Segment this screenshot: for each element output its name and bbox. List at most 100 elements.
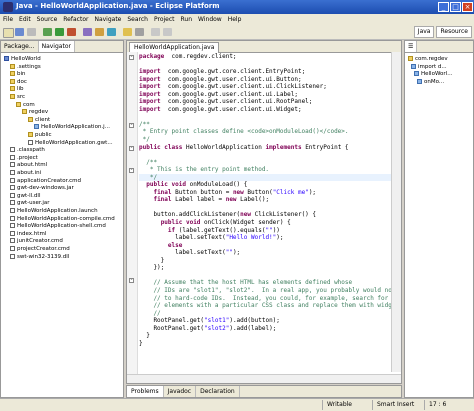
outline-item[interactable]: import d... bbox=[405, 63, 447, 71]
fold-toggle-icon[interactable]: - bbox=[129, 55, 134, 60]
debug-icon[interactable] bbox=[43, 28, 52, 36]
code-line: else bbox=[139, 242, 397, 250]
bottom-tab-problems[interactable]: Problems bbox=[127, 386, 164, 397]
outline-tab[interactable]: ☰ bbox=[405, 41, 418, 52]
tree-item[interactable]: .settings bbox=[1, 63, 41, 71]
fold-toggle-icon[interactable]: - bbox=[129, 278, 134, 283]
code-line: public void onModuleLoad() { bbox=[139, 181, 397, 189]
editor-tab-helloworld[interactable]: HelloWorldApplication.java bbox=[129, 42, 220, 53]
left-view-tabs: Package... Navigator bbox=[1, 41, 123, 53]
menu-item-refactor[interactable]: Refactor bbox=[60, 14, 91, 25]
tree-item[interactable]: HelloWorldApplication.launch bbox=[1, 208, 98, 215]
tree-item[interactable]: junitCreator.cmd bbox=[1, 238, 63, 245]
tree-item[interactable]: bin bbox=[1, 71, 26, 78]
tree-item[interactable]: gwt-user.jar bbox=[1, 200, 50, 207]
menu-item-project[interactable]: Project bbox=[151, 14, 178, 25]
tree-item[interactable]: gwt-dev-windows.jar bbox=[1, 185, 74, 192]
minimize-button[interactable]: _ bbox=[438, 2, 449, 12]
menu-item-window[interactable]: Window bbox=[195, 14, 225, 25]
tree-item-label: applicationCreator.cmd bbox=[17, 177, 81, 184]
save-icon[interactable] bbox=[15, 28, 24, 36]
bottom-tab-declaration[interactable]: Declaration bbox=[196, 386, 240, 397]
tree-item-label: bin bbox=[17, 71, 26, 78]
tree-item[interactable]: regdev bbox=[1, 109, 48, 116]
close-button[interactable]: × bbox=[462, 2, 473, 12]
print-icon[interactable] bbox=[27, 28, 36, 36]
code-token: else bbox=[167, 241, 183, 249]
outline-item[interactable]: HelloWorl... bbox=[405, 71, 452, 78]
menu-item-run[interactable]: Run bbox=[178, 14, 196, 25]
file-icon bbox=[10, 223, 15, 229]
new-java-project-icon[interactable] bbox=[83, 28, 92, 36]
tree-item[interactable]: .classpath bbox=[1, 147, 45, 154]
outline-item[interactable]: onMo... bbox=[405, 78, 444, 86]
new-class-icon[interactable] bbox=[107, 28, 116, 36]
tree-item-label: index.html bbox=[17, 230, 47, 237]
bottom-tab-javadoc[interactable]: Javadoc bbox=[164, 386, 197, 397]
external-tools-icon[interactable] bbox=[67, 28, 76, 36]
code-token: } bbox=[139, 332, 150, 340]
tree-item[interactable]: index.html bbox=[1, 230, 47, 238]
fold-toggle-icon[interactable]: - bbox=[129, 123, 134, 128]
tree-item[interactable]: public bbox=[1, 132, 52, 139]
forward-icon[interactable] bbox=[163, 28, 172, 36]
tree-item[interactable]: about.ini bbox=[1, 170, 41, 177]
code-token: EntryPoint { bbox=[301, 143, 349, 151]
view-tab-navigator[interactable]: Navigator bbox=[38, 41, 75, 52]
tree-item[interactable]: applicationCreator.cmd bbox=[1, 177, 81, 185]
open-type-icon[interactable] bbox=[123, 28, 132, 36]
tree-item-label: client bbox=[35, 116, 51, 123]
perspective-java[interactable]: Java bbox=[413, 26, 435, 38]
new-icon[interactable] bbox=[3, 28, 14, 38]
menu-item-search[interactable]: Search bbox=[124, 14, 151, 25]
perspective-resource[interactable]: Resource bbox=[436, 26, 472, 38]
code-token: import bbox=[139, 68, 161, 76]
status-bar: Writable Smart Insert 17 : 6 bbox=[0, 398, 474, 411]
view-tab-package[interactable]: Package... bbox=[1, 41, 39, 52]
file-icon bbox=[10, 185, 15, 191]
maximize-button[interactable]: □ bbox=[450, 2, 461, 12]
search-icon[interactable] bbox=[135, 28, 144, 36]
menu-item-help[interactable]: Help bbox=[225, 14, 245, 25]
menu-item-source[interactable]: Source bbox=[34, 14, 61, 25]
tree-item[interactable]: HelloWorldApplication-compile.cmd bbox=[1, 215, 115, 223]
editor-horizontal-scrollbar[interactable] bbox=[127, 374, 401, 383]
fold-toggle-icon[interactable]: - bbox=[129, 168, 134, 173]
code-token: ClickListener() { bbox=[251, 211, 317, 219]
tree-item[interactable]: doc bbox=[1, 78, 27, 86]
menu-item-edit[interactable]: Edit bbox=[16, 14, 34, 25]
code-area[interactable]: package com.regdev.client; import com.goo… bbox=[139, 53, 397, 383]
tree-item[interactable]: .project bbox=[1, 154, 38, 162]
file-icon bbox=[10, 200, 15, 206]
code-token: */ bbox=[139, 173, 158, 181]
tree-item[interactable]: gwt-ll.dll bbox=[1, 192, 40, 200]
tree-item[interactable]: lib bbox=[1, 86, 24, 93]
tree-item[interactable]: com bbox=[1, 101, 35, 109]
tree-item[interactable]: projectCreator.cmd bbox=[1, 246, 70, 253]
code-token: public void bbox=[146, 181, 186, 189]
editor-vertical-scrollbar[interactable] bbox=[391, 52, 401, 372]
code-token: package bbox=[139, 53, 165, 60]
tree-item[interactable]: src bbox=[1, 94, 25, 101]
new-package-icon[interactable] bbox=[95, 28, 104, 36]
code-token: com.regdev.client; bbox=[164, 53, 237, 60]
menu-item-navigate[interactable]: Navigate bbox=[91, 14, 124, 25]
tree-item[interactable]: about.html bbox=[1, 162, 47, 169]
tree-item[interactable]: HelloWorldApplication.j... bbox=[1, 124, 110, 131]
run-icon[interactable] bbox=[55, 28, 64, 36]
file-icon bbox=[10, 238, 15, 244]
fold-toggle-icon[interactable]: - bbox=[129, 146, 134, 151]
tree-item[interactable]: HelloWorldApplication-shell.cmd bbox=[1, 223, 106, 230]
code-line: // to hard-code IDs. Instead, you could,… bbox=[139, 295, 397, 303]
tree-item[interactable]: HelloWorld bbox=[1, 56, 41, 63]
menu-item-file[interactable]: File bbox=[0, 14, 16, 25]
back-icon[interactable] bbox=[151, 28, 160, 36]
tree-item[interactable]: HelloWorldApplication.gwt... bbox=[1, 139, 113, 147]
outline-item[interactable]: com.regdev bbox=[405, 56, 448, 63]
tree-item[interactable]: swt-win32-3139.dll bbox=[1, 253, 69, 261]
tree-item[interactable]: client bbox=[1, 116, 51, 124]
